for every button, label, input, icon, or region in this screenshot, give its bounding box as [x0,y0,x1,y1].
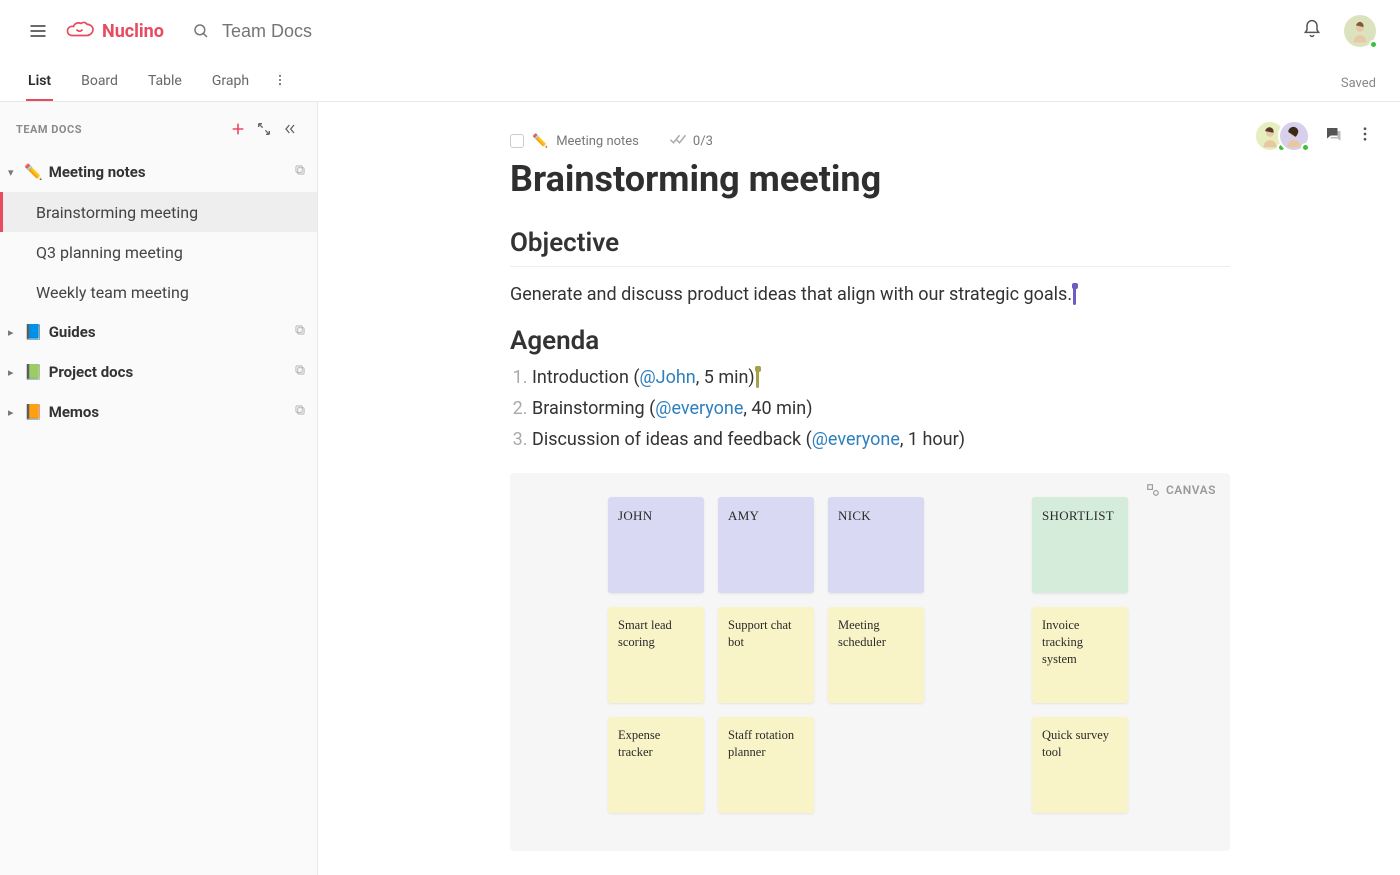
canvas-note[interactable]: Quick survey tool [1032,717,1128,813]
canvas-note[interactable]: SHORTLIST [1032,497,1128,593]
sidebar-item-label: Memos [49,403,293,421]
book-green-icon: 📗 [24,363,43,381]
canvas-note[interactable]: Meeting scheduler [828,607,924,703]
search-input[interactable] [220,20,480,43]
tab-list[interactable]: List [26,73,53,101]
sidebar-item-label: Meeting notes [49,163,293,181]
canvas-note[interactable]: JOHN [608,497,704,593]
sidebar-item-label: Project docs [49,363,293,381]
sidebar-item-project-docs[interactable]: ▸ 📗 Project docs [0,352,317,392]
sidebar-expand-button[interactable] [251,116,277,142]
tab-table[interactable]: Table [146,73,184,101]
shapes-icon [1146,483,1160,497]
sidebar-item-meeting-notes[interactable]: ▾ ✏️ Meeting notes [0,152,317,192]
sidebar-item-guides[interactable]: ▸ 📘 Guides [0,312,317,352]
duplicate-icon[interactable] [293,163,307,181]
doc-meta: ✏️ Meeting notes 0/3 [510,132,1230,150]
search-icon [192,22,210,40]
comments-button[interactable] [1324,125,1342,147]
canvas-note[interactable]: Staff rotation planner [718,717,814,813]
pencil-icon: ✏️ [532,134,548,149]
chevron-right-icon: ▸ [8,406,22,419]
canvas-note[interactable]: Smart lead scoring [608,607,704,703]
user-avatar[interactable] [1344,15,1376,47]
sidebar-item-label: Guides [49,323,293,341]
remote-cursor-purple [1073,285,1076,305]
objective-content: Generate and discuss product ideas that … [510,284,1072,305]
save-status: Saved [1341,76,1376,101]
canvas-header-row: JOHN AMY NICK SHORTLIST [608,497,1206,593]
sidebar-child-q3[interactable]: Q3 planning meeting [0,232,317,272]
sidebar-item-memos[interactable]: ▸ 📙 Memos [0,392,317,432]
document-area: ✏️ Meeting notes 0/3 Brainstorming meeti… [318,102,1400,875]
objective-text[interactable]: Generate and discuss product ideas that … [510,281,1230,308]
breadcrumb[interactable]: Meeting notes [556,134,639,149]
sidebar-child-brainstorming[interactable]: Brainstorming meeting [0,192,317,232]
book-orange-icon: 📙 [24,403,43,421]
canvas-block[interactable]: CANVAS JOHN AMY NICK SHORTLIST Smart lea… [510,473,1230,851]
canvas-note[interactable]: Support chat bot [718,607,814,703]
search[interactable] [192,20,1302,43]
tab-graph[interactable]: Graph [210,73,251,101]
chevron-right-icon: ▸ [8,366,22,379]
app-name: Nuclino [102,21,164,42]
agenda-item[interactable]: Introduction (@John, 5 min) [532,364,1230,391]
canvas-note[interactable]: NICK [828,497,924,593]
divider [510,266,1230,267]
sidebar-child-weekly[interactable]: Weekly team meeting [0,272,317,312]
tasks-count: 0/3 [693,134,713,149]
canvas-row: Expense tracker Staff rotation planner Q… [608,717,1206,813]
remote-cursor-olive [756,368,759,388]
canvas-note[interactable]: Invoice tracking system [1032,607,1128,703]
section-objective[interactable]: Objective [510,228,1230,258]
agenda-list[interactable]: Introduction (@John, 5 min) Brainstormin… [510,364,1230,453]
view-tabs: List Board Table Graph [18,73,251,101]
view-tabs-row: List Board Table Graph Saved [0,62,1400,102]
tab-board[interactable]: Board [79,73,120,101]
duplicate-icon[interactable] [293,363,307,381]
mention[interactable]: @John [640,367,696,388]
topbar: Nuclino [0,0,1400,62]
chevron-down-icon: ▾ [8,166,22,179]
agenda-item[interactable]: Brainstorming (@everyone, 40 min) [532,395,1230,422]
sidebar-header: TEAM DOCS [0,102,317,152]
mention[interactable]: @everyone [655,398,743,419]
pencil-icon: ✏️ [24,163,43,181]
collaborators[interactable] [1254,120,1310,152]
view-tabs-more[interactable] [273,73,287,101]
canvas-row: Smart lead scoring Support chat bot Meet… [608,607,1206,703]
doc-more-button[interactable] [1356,125,1374,147]
canvas-note[interactable]: Expense tracker [608,717,704,813]
agenda-item[interactable]: Discussion of ideas and feedback (@every… [532,426,1230,453]
section-agenda[interactable]: Agenda [510,326,1230,356]
chevron-right-icon: ▸ [8,326,22,339]
doc-actions [1254,120,1374,152]
app-logo[interactable]: Nuclino [66,20,164,42]
sidebar-collapse-button[interactable] [277,116,303,142]
duplicate-icon[interactable] [293,323,307,341]
presence-dot [1369,40,1378,49]
sidebar-title: TEAM DOCS [16,123,225,136]
page-title[interactable]: Brainstorming meeting [510,158,1230,200]
checkbox-icon[interactable] [510,134,524,148]
topbar-right [1302,15,1376,47]
sidebar-add-button[interactable] [225,116,251,142]
book-blue-icon: 📘 [24,323,43,341]
canvas-note[interactable]: AMY [718,497,814,593]
mention[interactable]: @everyone [812,429,900,450]
tasks-icon [669,132,687,150]
notifications-button[interactable] [1302,19,1322,43]
menu-button[interactable] [18,11,58,51]
duplicate-icon[interactable] [293,403,307,421]
canvas-badge: CANVAS [1146,483,1216,497]
sidebar: TEAM DOCS ▾ ✏️ Meeting notes Brainstormi… [0,102,318,875]
document[interactable]: ✏️ Meeting notes 0/3 Brainstorming meeti… [510,132,1230,851]
canvas-label: CANVAS [1166,483,1216,497]
